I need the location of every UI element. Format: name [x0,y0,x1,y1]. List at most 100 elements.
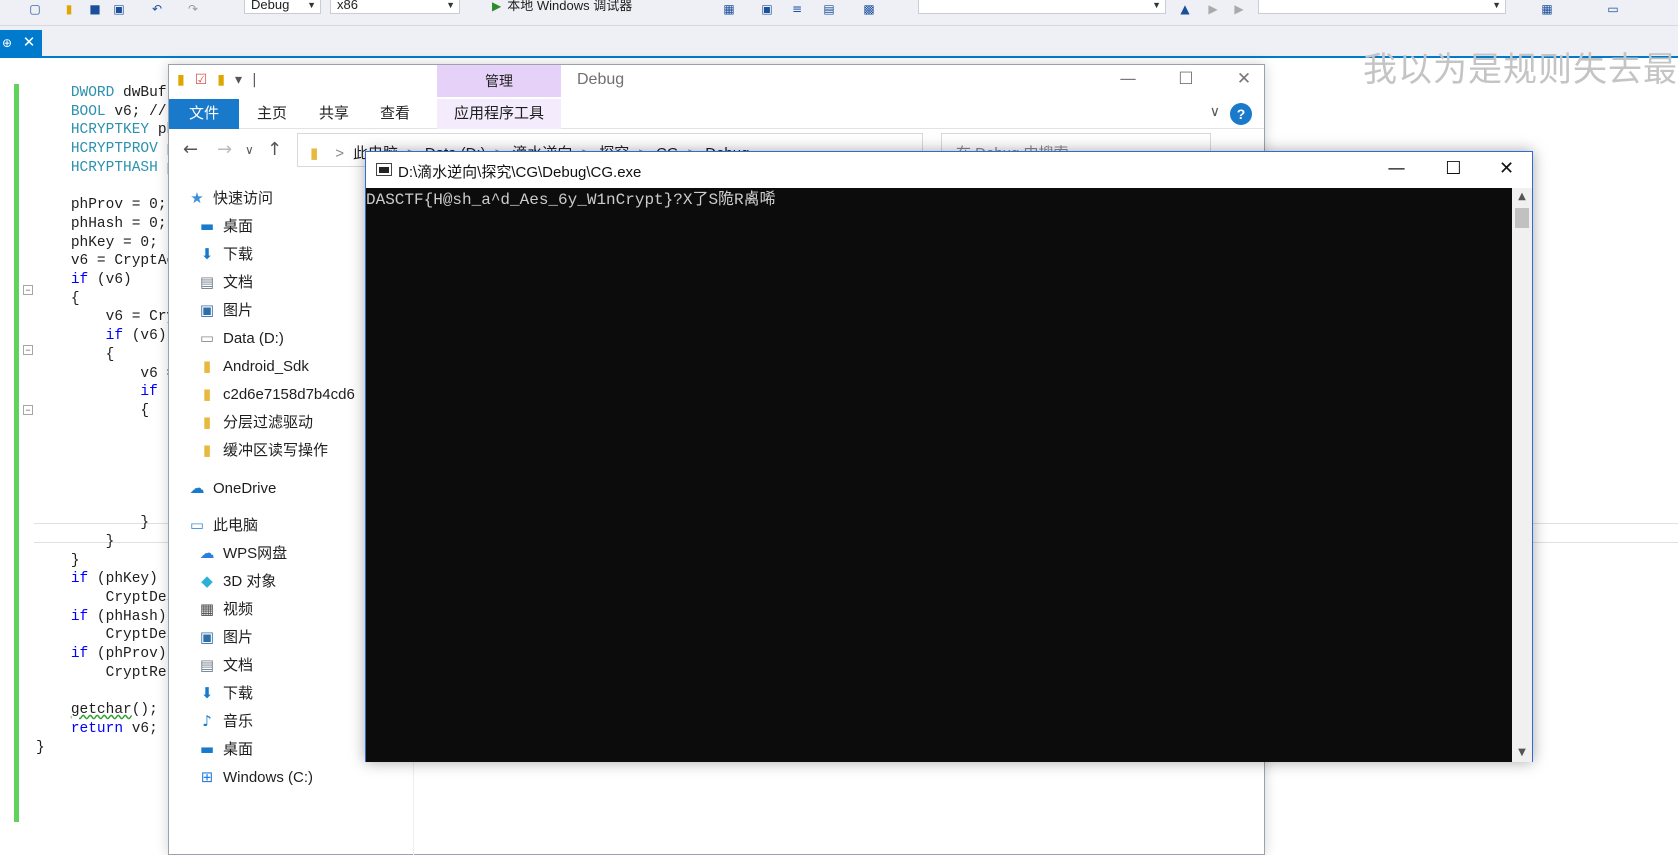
quick-access-toolbar[interactable]: ▮ ☑ ▮ ▾ | [177,72,267,88]
console-maximize-button[interactable]: ☐ [1425,152,1482,186]
sidebar-item-desktop-pc[interactable]: ▬ 桌面 [197,736,253,762]
scroll-thumb[interactable] [1515,208,1529,228]
toolbar-icon[interactable]: ▶ [1206,2,1220,16]
up-arrow-icon[interactable]: ↑ [267,139,282,160]
fold-toggle-icon[interactable]: − [23,285,33,295]
open-folder-icon[interactable]: ▮ [62,2,76,16]
pin-icon[interactable]: ⊕ [0,30,14,56]
quick-access-icon[interactable]: ☑ [195,72,208,88]
help-icon[interactable]: ? [1230,103,1252,125]
toolbar-icon[interactable]: ▶ [1232,2,1246,16]
pictures-pc-icon: ▣ [199,628,215,646]
save-icon[interactable]: ■ [88,2,102,16]
sidebar-item-3d-objects[interactable]: ◆ 3D 对象 [197,568,276,594]
sidebar-item-data-drive[interactable]: ▭ Data (D:) [197,325,284,351]
console-scrollbar[interactable]: ▲ ▼ [1512,188,1532,762]
sidebar-item-android-sdk[interactable]: ▮ Android_Sdk [197,353,309,379]
manage-tab[interactable]: 管理 [437,65,561,97]
sidebar-item-pictures-pc[interactable]: ▣ 图片 [197,624,253,650]
vs-active-tab[interactable]: ⊕ ✕ [0,30,42,56]
sidebar-item-downloads-pc[interactable]: ⬇ 下载 [197,680,253,706]
sidebar-item-documents[interactable]: ▤ 文档 [197,269,253,295]
toolbar-icon[interactable]: ▣ [760,2,774,16]
quick-access-icon[interactable]: ▮ [177,72,185,88]
close-icon[interactable]: ✕ [20,30,38,56]
sidebar-item-windows-drive[interactable]: ⊞ Windows (C:) [197,764,313,790]
quick-access-icon[interactable]: | [252,72,257,88]
code-line: v6 = [36,365,175,384]
chevron-down-icon: ▼ [1152,0,1161,10]
wps-drive-icon: ☁ [199,544,215,562]
sidebar-item-music[interactable]: ♪ 音乐 [197,708,253,734]
code-keyword-token: if [70,646,89,662]
code-keyword-token: if [140,384,158,401]
sidebar-item-filter-driver[interactable]: ▮ 分层过滤驱动 [197,409,313,435]
tab-home[interactable]: 主页 [257,99,287,129]
code-type-token: HCRYPTHASH [70,159,158,176]
console-output-area[interactable]: DASCTF{H@sh_a^d_Aes_6y_W1nCrypt}?X了S陒R禼唏 [366,188,1513,762]
vs-toolbar: ▢ ▮ ■ ▣ ↶ ↷ Debug ▼ x86 ▼ ▶ 本地 Windows 调试器 … [0,0,1678,26]
toolbar-icon[interactable]: ▲ [1178,2,1192,16]
close-button[interactable]: ✕ [1215,65,1273,95]
code-line: { [36,290,80,309]
console-close-button[interactable]: ✕ [1478,152,1535,186]
tab-file[interactable]: 文件 [169,99,239,129]
toolbar-icon[interactable]: ▩ [862,2,876,16]
maximize-button[interactable]: ☐ [1157,65,1215,95]
sidebar-item-this-pc[interactable]: ▭ 此电脑 [187,512,258,538]
toolbar-icon[interactable]: ▦ [1540,2,1554,16]
sidebar-item-label: 桌面 [223,218,254,235]
sidebar-item-documents-pc[interactable]: ▤ 文档 [197,652,253,678]
tab-share[interactable]: 共享 [319,99,349,129]
scroll-up-icon[interactable]: ▲ [1512,188,1532,206]
redo-icon[interactable]: ↷ [186,2,200,16]
tab-app-tools[interactable]: 应用程序工具 [437,99,561,129]
sidebar-item-desktop[interactable]: ▬ 桌面 [197,213,253,239]
console-minimize-button[interactable]: — [1368,152,1425,186]
code-text: (phHash) [88,608,167,625]
data-drive-icon: ▭ [199,329,215,347]
minimize-button[interactable]: — [1099,65,1157,95]
sidebar-item-label: 缓冲区读写操作 [223,442,329,459]
code-line: } [36,514,149,533]
sidebar-item-label: 桌面 [223,741,254,758]
platform-select[interactable]: x86 ▼ [330,0,460,14]
scroll-down-icon[interactable]: ▼ [1512,744,1532,762]
sidebar-item-quick-access[interactable]: ★ 快速访问 [187,185,273,211]
chevron-down-icon: ▼ [307,0,316,10]
sidebar-item-videos[interactable]: ▦ 视频 [197,596,253,622]
code-text: (phProv) [88,646,167,662]
sidebar-item-pictures[interactable]: ▣ 图片 [197,297,253,323]
tab-view[interactable]: 查看 [380,99,410,129]
quick-access-icon: ★ [190,189,204,207]
find-icon[interactable]: ▦ [722,2,736,16]
quick-access-icon[interactable]: ▾ [235,72,242,88]
fold-toggle-icon[interactable]: − [23,345,33,355]
forward-arrow-icon[interactable]: → [217,139,232,160]
sidebar-item-downloads[interactable]: ⬇ 下载 [197,241,253,267]
recent-locations-icon[interactable]: ∨ [245,143,254,157]
ribbon-collapse-icon[interactable]: ∨ [1210,103,1220,120]
toolbar-icon[interactable]: ≡ [790,2,804,16]
toolbar-combo[interactable]: ▼ [918,0,1166,14]
fold-toggle-icon[interactable]: − [23,405,33,415]
sidebar-item-hash-folder[interactable]: ▮ c2d6e7158d7b4cd6 [197,381,355,407]
desktop-pc-icon: ▬ [199,740,215,758]
sidebar-item-buffer-rw[interactable]: ▮ 缓冲区读写操作 [197,437,328,463]
toolbar-combo[interactable]: ▼ [1258,0,1506,14]
code-text: { [70,290,80,307]
toolbar-icon[interactable]: ▤ [822,2,836,16]
sidebar-item-wps-drive[interactable]: ☁ WPS网盘 [197,540,288,566]
undo-icon[interactable]: ↶ [150,2,164,16]
code-line: phKey = 0; [36,234,158,253]
new-item-icon[interactable]: ▢ [28,2,42,16]
sidebar-item-onedrive[interactable]: ☁ OneDrive [187,475,277,501]
back-arrow-icon[interactable]: ← [183,139,198,160]
save-all-icon[interactable]: ▣ [112,2,126,16]
toolbar-icon[interactable]: ▭ [1606,2,1620,16]
quick-access-icon[interactable]: ▮ [217,72,225,88]
sidebar-item-label: WPS网盘 [223,545,288,562]
code-line: DWORD dwBufLe [36,84,184,103]
start-debugging-button[interactable]: ▶ 本地 Windows 调试器 [492,0,632,14]
configuration-select[interactable]: Debug ▼ [244,0,321,14]
